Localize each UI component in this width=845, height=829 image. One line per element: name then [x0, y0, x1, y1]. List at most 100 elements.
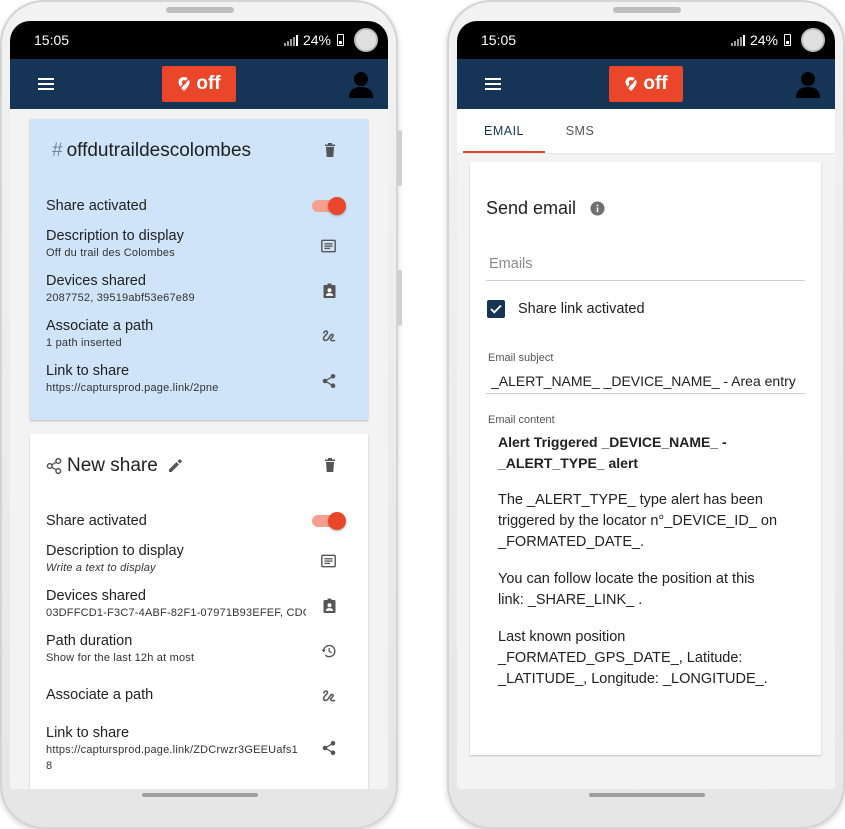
new-path-row[interactable]: Associate a path	[46, 673, 352, 718]
message-icon[interactable]	[321, 239, 336, 252]
share-title: offdutraildescolombes	[66, 140, 252, 161]
share-card-active[interactable]: # offdutraildescolombes Share activated …	[30, 119, 368, 420]
phone-right: 15:05 24% off EMAIL SMS Send email Email…	[447, 0, 845, 829]
email-heading-line: Alert Triggered _DEVICE_NAME_ -	[498, 434, 727, 450]
app-logo: off	[162, 66, 236, 102]
email-form-card: Send email Share link activated Email su…	[470, 162, 821, 755]
app-logo: off	[609, 66, 683, 102]
share-card-header: # offdutraildescolombes	[46, 119, 352, 183]
devices-value: 2087752, 39519abf53e67e89	[46, 292, 195, 304]
path-icon[interactable]	[322, 329, 336, 343]
new-share-header: New share	[46, 434, 352, 498]
tab-email[interactable]: EMAIL	[463, 109, 545, 153]
path-duration-value: Show for the last 12h at most	[46, 652, 195, 664]
path-icon[interactable]	[322, 689, 336, 703]
devices-label: Devices shared	[46, 273, 146, 289]
speaker-slot	[166, 7, 234, 13]
path-value: 1 path inserted	[46, 337, 122, 349]
side-button	[397, 270, 402, 326]
badge-icon[interactable]	[323, 283, 336, 298]
new-devices-value: 03DFFCD1-F3C7-4ABF-82F1-07971B93EFEF, CD…	[46, 607, 306, 619]
camera-cutout	[354, 28, 378, 52]
tab-bar: EMAIL SMS	[457, 109, 835, 154]
description-row[interactable]: Description to display Off du trail des …	[46, 223, 352, 268]
share-activated-label: Share activated	[46, 198, 147, 214]
path-duration-row[interactable]: Path duration Show for the last 12h at m…	[46, 628, 352, 673]
new-link-row[interactable]: Link to share https://captursprod.page.l…	[46, 718, 352, 778]
battery-percent: 24%	[749, 32, 778, 48]
new-devices-label: Devices shared	[46, 588, 146, 604]
side-button	[397, 130, 402, 186]
share-icon[interactable]	[322, 741, 336, 756]
email-content-heading: Alert Triggered _DEVICE_NAME_ - _ALERT_T…	[498, 432, 793, 474]
devices-row[interactable]: Devices shared 2087752, 39519abf53e67e89	[46, 268, 352, 313]
battery-percent: 24%	[302, 32, 331, 48]
email-text-line: _FORMATED_GPS_DATE_, Latitude:	[498, 650, 743, 666]
email-area: Send email Share link activated Email su…	[457, 154, 835, 789]
menu-icon[interactable]	[485, 78, 501, 90]
screen-left: 15:05 24% off # offdutraildescolombes Sh…	[10, 21, 388, 789]
new-path-label: Associate a path	[46, 687, 154, 703]
email-content-label: Email content	[488, 414, 555, 426]
email-text-line: _FORMATED_DATE_.	[498, 534, 645, 550]
speaker-slot	[613, 7, 681, 13]
path-label: Associate a path	[46, 318, 154, 334]
signal-icon	[730, 34, 745, 46]
new-link-label: Link to share	[46, 725, 130, 741]
history-icon[interactable]	[321, 644, 336, 658]
email-subject-input[interactable]	[486, 368, 805, 394]
email-text-line: _LATITUDE_, Longitude: _LONGITUDE_.	[498, 671, 768, 687]
menu-icon[interactable]	[38, 78, 54, 90]
email-text-line: You can follow locate the position at th…	[498, 571, 755, 587]
info-icon[interactable]	[590, 201, 605, 216]
edit-icon[interactable]	[168, 459, 182, 473]
link-value: https://captursprod.page.link/2pne	[46, 382, 219, 394]
account-icon[interactable]	[348, 70, 374, 98]
email-heading-line: _ALERT_TYPE_ alert	[498, 455, 639, 471]
share-link-label: Share link activated	[518, 301, 645, 317]
share-icon[interactable]	[322, 373, 336, 388]
share-icon	[46, 458, 62, 474]
new-share-title: New share	[67, 455, 158, 476]
new-link-value-line1: https://captursprod.page.link/ZDCrwzr3GE…	[46, 744, 298, 756]
share-card-new[interactable]: New share Share activated Description to…	[30, 434, 368, 789]
battery-icon	[784, 34, 791, 46]
share-activated-toggle[interactable]	[312, 197, 346, 215]
new-link-value-line2: 8	[46, 760, 53, 772]
account-icon[interactable]	[795, 70, 821, 98]
tab-sms[interactable]: SMS	[545, 109, 615, 153]
new-description-row[interactable]: Description to display Write a text to d…	[46, 538, 352, 583]
logo-pin-icon	[625, 77, 637, 91]
logo-pin-icon	[178, 77, 190, 91]
badge-icon[interactable]	[323, 598, 336, 613]
message-icon[interactable]	[321, 554, 336, 567]
share-list: # offdutraildescolombes Share activated …	[10, 109, 388, 789]
new-share-activated-row: Share activated	[46, 504, 352, 538]
trash-icon[interactable]	[324, 143, 336, 157]
share-link-checkbox[interactable]	[487, 300, 505, 318]
status-bar: 15:05 24%	[10, 21, 388, 59]
new-share-activated-toggle[interactable]	[312, 512, 346, 530]
new-description-placeholder: Write a text to display	[46, 562, 156, 574]
description-label: Description to display	[46, 228, 184, 244]
trash-icon[interactable]	[324, 458, 336, 472]
description-value: Off du trail des Colombes	[46, 247, 175, 259]
email-text-line: The _ALERT_TYPE_ type alert has been	[498, 492, 763, 508]
new-devices-row[interactable]: Devices shared 03DFFCD1-F3C7-4ABF-82F1-0…	[46, 583, 352, 628]
email-content-paragraph: You can follow locate the position at th…	[498, 569, 793, 611]
home-indicator	[589, 793, 705, 797]
new-description-label: Description to display	[46, 543, 184, 559]
logo-text: off	[643, 73, 668, 94]
share-link-checkbox-row[interactable]: Share link activated	[486, 298, 805, 320]
status-time: 15:05	[481, 32, 517, 48]
email-content-editor[interactable]: Alert Triggered _DEVICE_NAME_ - _ALERT_T…	[486, 432, 805, 690]
logo-text: off	[196, 73, 221, 94]
screen-right: 15:05 24% off EMAIL SMS Send email Email…	[457, 21, 835, 789]
hash-symbol: #	[52, 140, 63, 161]
path-row[interactable]: Associate a path 1 path inserted	[46, 313, 352, 358]
emails-input[interactable]	[486, 247, 805, 281]
link-row[interactable]: Link to share https://captursprod.page.l…	[46, 358, 352, 403]
email-content-paragraph: The _ALERT_TYPE_ type alert has been tri…	[498, 490, 793, 553]
status-bar: 15:05 24%	[457, 21, 835, 59]
email-text-line: link: _SHARE_LINK_ .	[498, 592, 643, 608]
